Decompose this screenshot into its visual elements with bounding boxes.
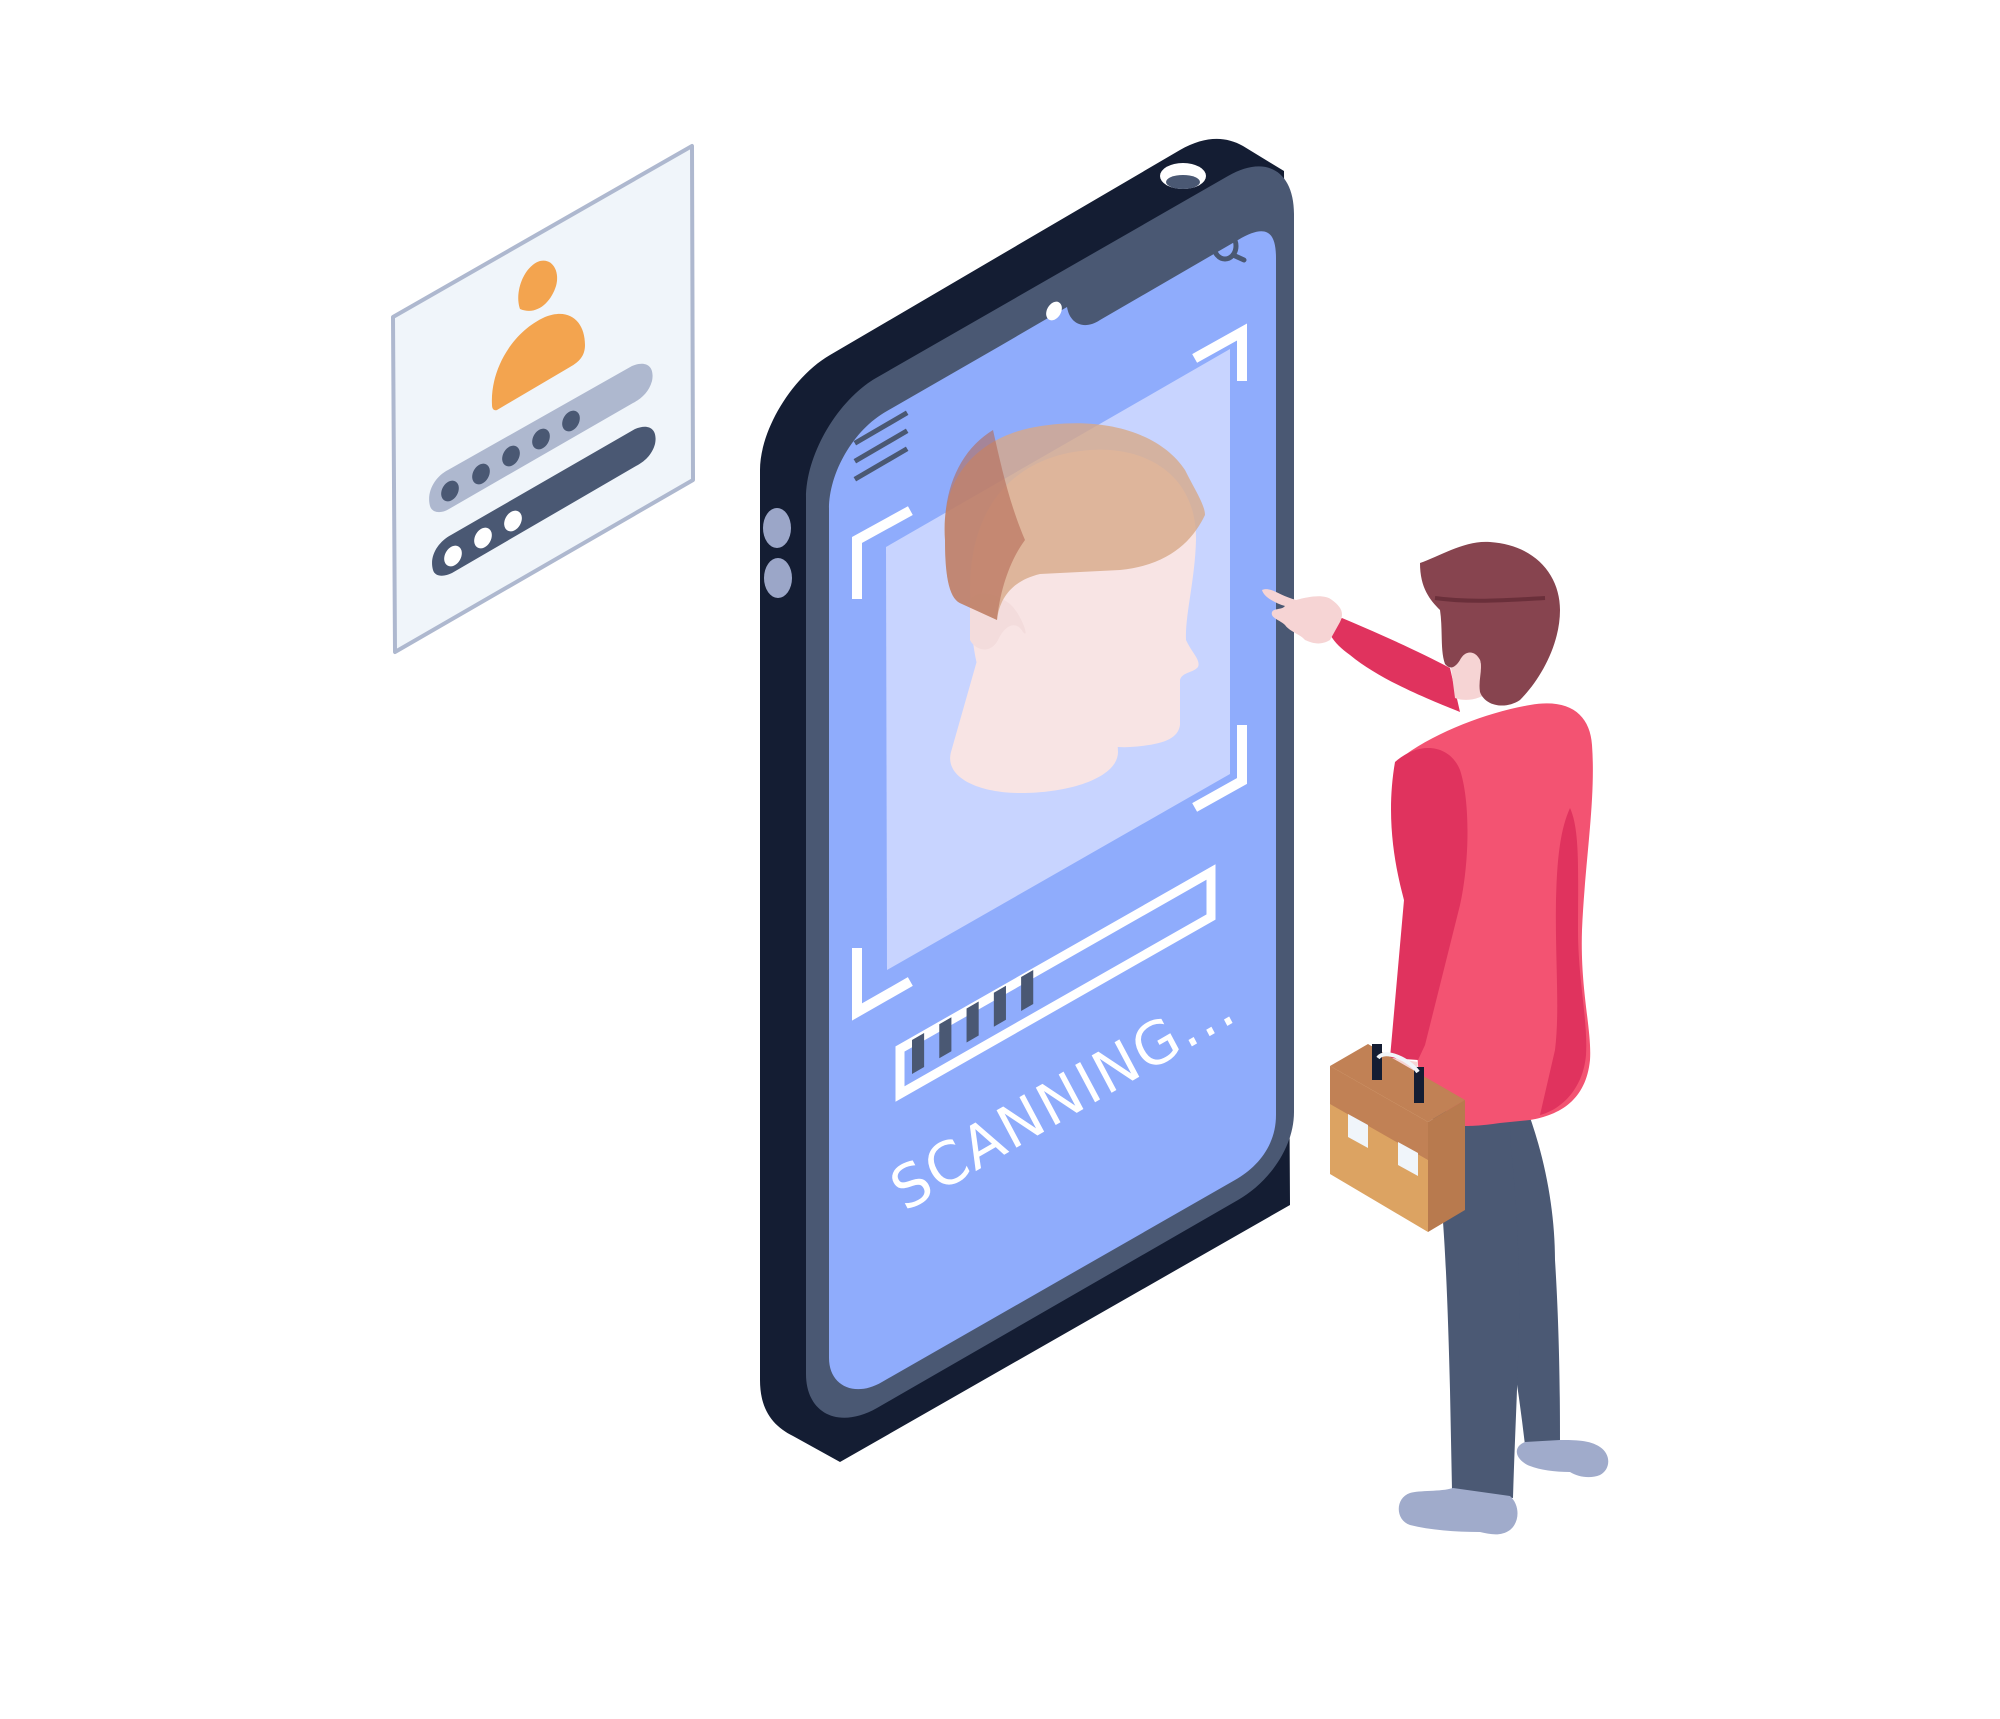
progress-segment <box>939 1017 952 1059</box>
illustration-stage: SCANNING... <box>0 0 2000 1719</box>
person-businessman <box>1262 541 1609 1535</box>
person-pointing-arm <box>1328 618 1460 712</box>
progress-segment <box>912 1033 925 1074</box>
progress-segment <box>1021 970 1034 1011</box>
login-card-panel <box>391 144 695 654</box>
login-card <box>391 144 695 654</box>
progress-segment <box>966 1001 979 1043</box>
person-shoe-back <box>1516 1440 1609 1478</box>
face-scan-illustration: SCANNING... <box>391 138 1609 1535</box>
face-scan-icon <box>944 423 1205 794</box>
person-shoe-front <box>1398 1488 1518 1535</box>
smartphone: SCANNING... <box>760 138 1294 1462</box>
progress-segment <box>993 985 1006 1027</box>
